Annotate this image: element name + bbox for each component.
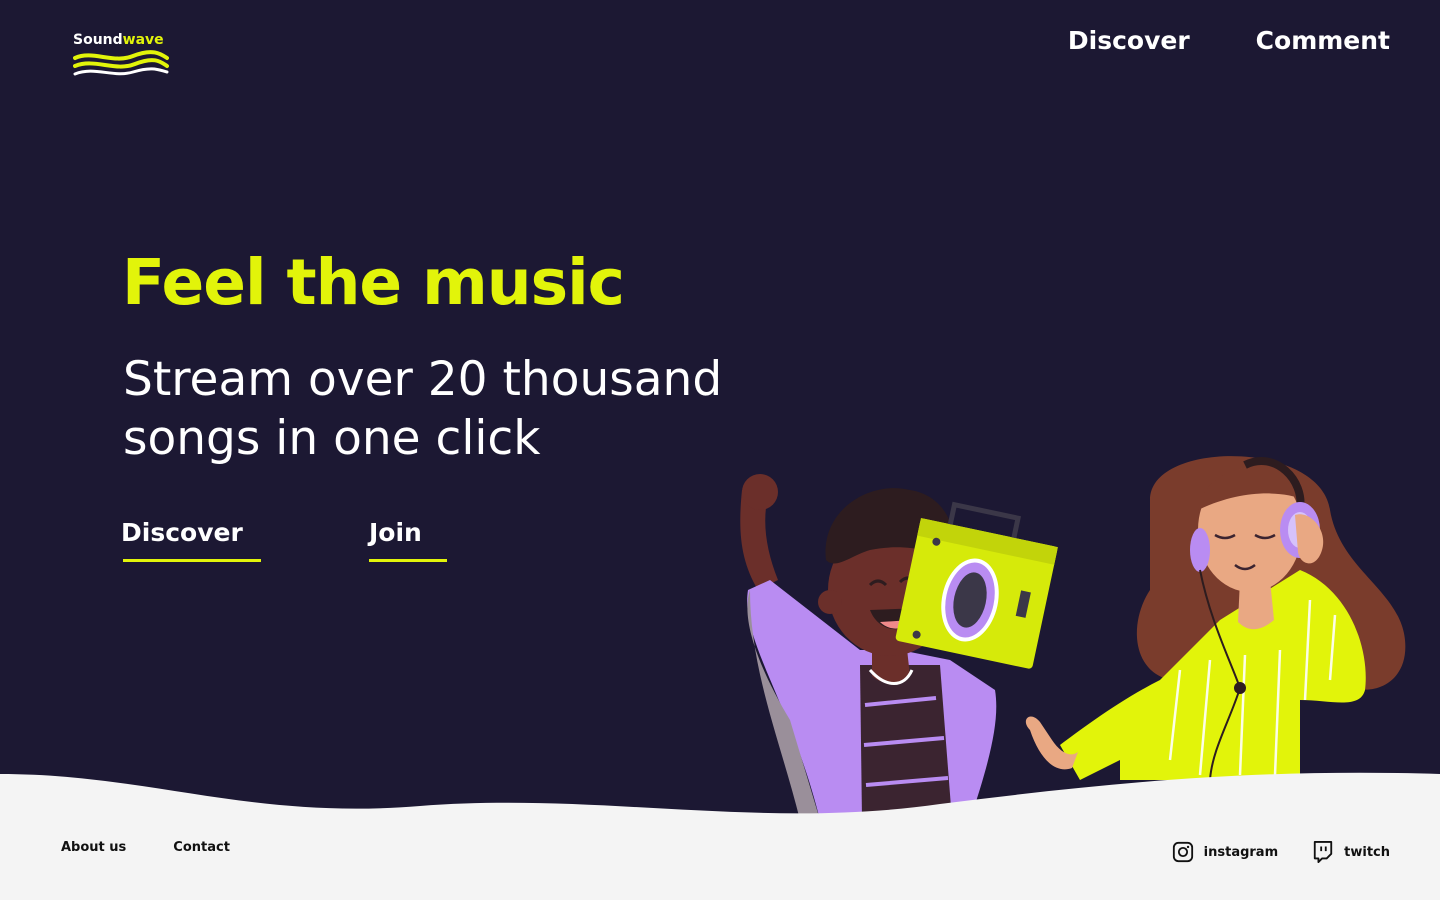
footer-contact-link[interactable]: Contact [173, 840, 230, 855]
footer-links: About us Contact [61, 840, 230, 855]
instagram-link[interactable]: instagram [1172, 841, 1278, 863]
discover-button-label: Discover [121, 518, 243, 547]
footer-about-link[interactable]: About us [61, 840, 126, 855]
twitch-label: twitch [1344, 844, 1390, 860]
instagram-icon [1172, 841, 1193, 863]
top-nav: Discover Comment [1068, 26, 1390, 56]
join-underline [369, 559, 447, 562]
brand-name-part1: Sound [73, 32, 123, 48]
instagram-label: instagram [1203, 844, 1279, 860]
girl-with-headphones-illustration [1025, 456, 1406, 781]
social-links: instagram twitch [1172, 840, 1390, 864]
discover-underline [123, 559, 261, 562]
join-button-label: Join [369, 518, 422, 547]
soundwave-logo-icon [73, 50, 169, 76]
discover-button[interactable]: Discover [121, 517, 261, 562]
twitch-icon [1313, 841, 1333, 863]
nav-comment-link[interactable]: Comment [1256, 26, 1390, 56]
twitch-link[interactable]: twitch [1312, 840, 1390, 864]
brand-name: Soundwave [73, 32, 173, 48]
hero-title: Feel the music [122, 246, 625, 319]
nav-discover-link[interactable]: Discover [1068, 26, 1190, 56]
brand-logo[interactable]: Soundwave [73, 32, 173, 82]
footer-wave-background [0, 772, 1440, 900]
join-button[interactable]: Join [369, 517, 447, 562]
brand-name-part2: wave [122, 32, 164, 48]
hero-subtitle-line1: Stream over 20 thousand [123, 352, 723, 407]
